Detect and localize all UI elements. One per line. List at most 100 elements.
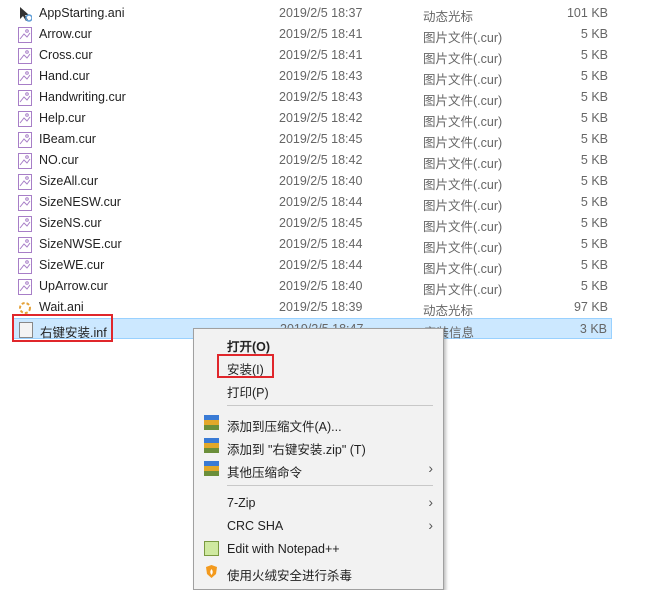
image-file-icon	[18, 90, 32, 106]
image-file-icon	[18, 195, 32, 211]
file-name: Hand.cur	[39, 69, 90, 83]
image-file-icon	[18, 132, 32, 148]
menu-item-label: 使用火绒安全进行杀毒	[227, 569, 353, 583]
file-size: 5 KB	[580, 69, 608, 83]
menu-item[interactable]: CRC SHA ›	[194, 515, 443, 537]
file-date: 2019/2/5 18:42	[279, 111, 363, 125]
file-size: 5 KB	[580, 132, 608, 146]
file-row[interactable]: SizeNESW.cur 2019/2/5 18:44 图片文件(.cur) 5 KB	[12, 192, 612, 213]
file-type: 图片文件(.cur)	[423, 52, 503, 66]
menu-item[interactable]: 其他压缩命令 ›	[194, 458, 443, 480]
menu-item[interactable]: 使用火绒安全进行杀毒	[194, 561, 443, 583]
file-date: 2019/2/5 18:40	[279, 279, 363, 293]
file-row[interactable]: SizeWE.cur 2019/2/5 18:44 图片文件(.cur) 5 KB	[12, 255, 612, 276]
file-type: 图片文件(.cur)	[423, 283, 503, 297]
file-type: 图片文件(.cur)	[423, 220, 503, 234]
file-type: 图片文件(.cur)	[423, 199, 503, 213]
chevron-right-icon: ›	[428, 517, 433, 533]
file-type: 图片文件(.cur)	[423, 94, 503, 108]
file-type: 动态光标	[423, 304, 474, 318]
image-file-icon	[18, 279, 32, 295]
file-row[interactable]: SizeAll.cur 2019/2/5 18:40 图片文件(.cur) 5 KB	[12, 171, 612, 192]
file-row[interactable]: IBeam.cur 2019/2/5 18:45 图片文件(.cur) 5 KB	[12, 129, 612, 150]
file-size: 97 KB	[573, 300, 608, 314]
file-name: Wait.ani	[39, 300, 84, 314]
huorong-shield-icon	[204, 564, 219, 579]
menu-item-label: 7-Zip	[227, 496, 256, 510]
file-row[interactable]: SizeNS.cur 2019/2/5 18:45 图片文件(.cur) 5 KB	[12, 213, 612, 234]
menu-item-label: 其他压缩命令	[227, 466, 303, 480]
image-file-icon	[18, 258, 32, 274]
file-row[interactable]: Hand.cur 2019/2/5 18:43 图片文件(.cur) 5 KB	[12, 66, 612, 87]
winrar-icon	[204, 461, 219, 476]
image-file-icon	[18, 237, 32, 253]
menu-separator	[227, 405, 433, 406]
menu-item[interactable]: Edit with Notepad++	[194, 538, 443, 560]
file-name: Handwriting.cur	[39, 90, 126, 104]
menu-item[interactable]: 打印(P)	[194, 378, 443, 400]
menu-item-label: Edit with Notepad++	[227, 542, 340, 556]
winrar-icon	[204, 415, 219, 430]
file-name: IBeam.cur	[39, 132, 96, 146]
file-name: UpArrow.cur	[39, 279, 108, 293]
chevron-right-icon: ›	[428, 494, 433, 510]
menu-item[interactable]: 添加到压缩文件(A)...	[194, 412, 443, 434]
file-type: 图片文件(.cur)	[423, 136, 503, 150]
image-file-icon	[18, 69, 32, 85]
file-date: 2019/2/5 18:39	[279, 300, 363, 314]
file-date: 2019/2/5 18:41	[279, 27, 363, 41]
file-date: 2019/2/5 18:44	[279, 195, 363, 209]
file-row[interactable]: AppStarting.ani 2019/2/5 18:37 动态光标 101 KB	[12, 3, 612, 24]
file-size: 5 KB	[580, 258, 608, 272]
chevron-right-icon: ›	[428, 460, 433, 476]
file-name: AppStarting.ani	[39, 6, 125, 20]
menu-item[interactable]: 打开(O)	[194, 332, 443, 354]
image-file-icon	[18, 153, 32, 169]
file-size: 5 KB	[580, 111, 608, 125]
file-name: Help.cur	[39, 111, 86, 125]
file-size: 101 KB	[566, 6, 608, 20]
file-row[interactable]: NO.cur 2019/2/5 18:42 图片文件(.cur) 5 KB	[12, 150, 612, 171]
image-file-icon	[18, 111, 32, 127]
animated-cursor-icon	[18, 6, 33, 22]
file-name: SizeNS.cur	[39, 216, 102, 230]
file-row[interactable]: UpArrow.cur 2019/2/5 18:40 图片文件(.cur) 5 KB	[12, 276, 612, 297]
menu-item[interactable]: 7-Zip ›	[194, 492, 443, 514]
winrar-icon	[204, 438, 219, 453]
file-row[interactable]: Arrow.cur 2019/2/5 18:41 图片文件(.cur) 5 KB	[12, 24, 612, 45]
file-type: 图片文件(.cur)	[423, 31, 503, 45]
file-date: 2019/2/5 18:42	[279, 153, 363, 167]
file-name: SizeAll.cur	[39, 174, 99, 188]
file-row[interactable]: Help.cur 2019/2/5 18:42 图片文件(.cur) 5 KB	[12, 108, 612, 129]
notepad-plus-plus-icon	[204, 541, 219, 556]
file-name: Arrow.cur	[39, 27, 92, 41]
highlight-box	[12, 314, 113, 342]
file-name: SizeWE.cur	[39, 258, 105, 272]
menu-item-label: 打印(P)	[227, 386, 269, 400]
file-date: 2019/2/5 18:44	[279, 237, 363, 251]
file-row[interactable]: SizeNWSE.cur 2019/2/5 18:44 图片文件(.cur) 5 KB	[12, 234, 612, 255]
image-file-icon	[18, 27, 32, 43]
file-size: 5 KB	[580, 153, 608, 167]
menu-item-label: 添加到压缩文件(A)...	[227, 420, 342, 434]
file-type: 图片文件(.cur)	[423, 241, 503, 255]
file-name: NO.cur	[39, 153, 79, 167]
image-file-icon	[18, 174, 32, 190]
file-date: 2019/2/5 18:45	[279, 216, 363, 230]
menu-item[interactable]: 添加到 "右键安装.zip" (T)	[194, 435, 443, 457]
file-row[interactable]: Handwriting.cur 2019/2/5 18:43 图片文件(.cur) 5…	[12, 87, 612, 108]
file-size: 5 KB	[580, 90, 608, 104]
file-type: 图片文件(.cur)	[423, 115, 503, 129]
file-row[interactable]: Cross.cur 2019/2/5 18:41 图片文件(.cur) 5 KB	[12, 45, 612, 66]
file-size: 5 KB	[580, 27, 608, 41]
file-size: 5 KB	[580, 237, 608, 251]
file-date: 2019/2/5 18:40	[279, 174, 363, 188]
file-name: SizeNWSE.cur	[39, 237, 122, 251]
image-file-icon	[18, 48, 32, 64]
file-date: 2019/2/5 18:45	[279, 132, 363, 146]
file-date: 2019/2/5 18:41	[279, 48, 363, 62]
file-type: 图片文件(.cur)	[423, 73, 503, 87]
file-date: 2019/2/5 18:44	[279, 258, 363, 272]
file-type: 图片文件(.cur)	[423, 262, 503, 276]
file-size: 5 KB	[580, 216, 608, 230]
